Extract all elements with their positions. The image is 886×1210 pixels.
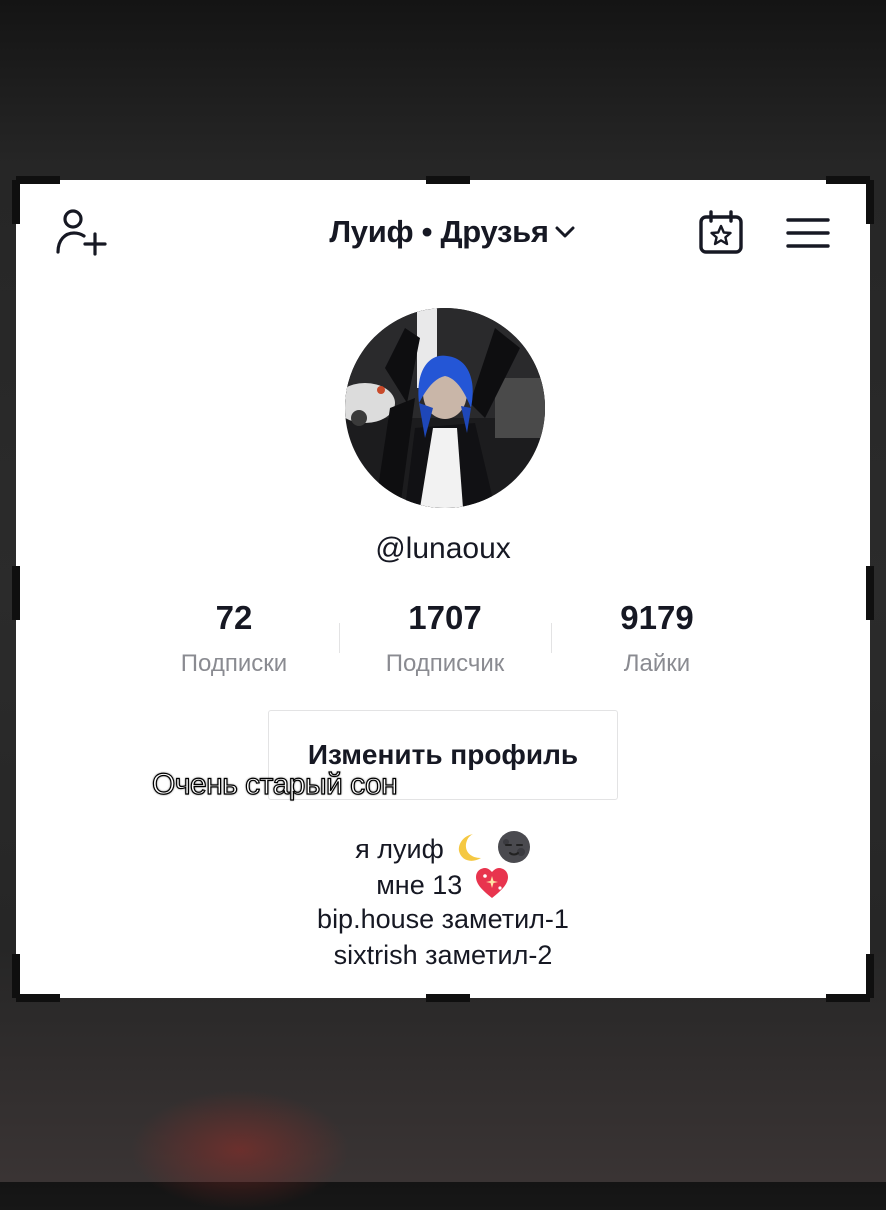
- frame-mark: [16, 994, 60, 1002]
- sparkling-heart-icon: [475, 868, 508, 898]
- hamburger-menu-icon: [786, 218, 830, 248]
- stat-value: 1707: [408, 599, 482, 636]
- bio-text: мне 13: [376, 870, 463, 900]
- divider: [339, 623, 340, 653]
- frame-mark: [866, 180, 874, 224]
- stat-value: 9179: [620, 599, 694, 636]
- frame-mark: [826, 176, 870, 184]
- stat-label: Подписчик: [385, 650, 505, 677]
- account-switcher[interactable]: Луиф • Друзья: [302, 210, 602, 254]
- menu-button[interactable]: [786, 216, 830, 250]
- overlay-caption: Очень старый сон: [151, 767, 398, 801]
- stat-label: Подписки: [180, 650, 288, 677]
- background-blur: [130, 1090, 350, 1210]
- page-title: Луиф • Друзья: [329, 214, 549, 249]
- frame-mark: [426, 994, 470, 1002]
- bio-text: я луиф: [355, 834, 444, 864]
- new-moon-face-icon: [497, 831, 530, 863]
- bio-line-4: sixtrish заметил-2: [333, 940, 553, 970]
- calendar-button[interactable]: [698, 210, 744, 256]
- stat-following[interactable]: 72 Подписки: [144, 598, 324, 678]
- frame-mark: [426, 176, 470, 184]
- bio-line-3: bip.house заметил-1: [317, 904, 569, 934]
- chevron-down-icon: [555, 226, 575, 238]
- divider: [551, 623, 552, 653]
- stat-likes[interactable]: 9179 Лайки: [567, 598, 747, 678]
- add-friend-button[interactable]: [54, 208, 110, 260]
- stat-value: 72: [215, 599, 253, 636]
- frame-mark: [16, 176, 60, 184]
- add-person-icon: [56, 209, 107, 256]
- frame-mark: [12, 180, 20, 224]
- stat-followers[interactable]: 1707 Подписчик: [355, 598, 535, 678]
- stat-label: Лайки: [623, 650, 691, 677]
- frame-mark: [12, 566, 20, 620]
- bio-line-2: мне 13: [16, 866, 870, 901]
- avatar[interactable]: [345, 308, 545, 508]
- frame-mark: [826, 994, 870, 1002]
- bio-line-1: я луиф: [16, 830, 870, 865]
- crescent-moon-icon: [459, 834, 482, 861]
- username: @lunaoux: [375, 532, 511, 565]
- calendar-star-icon: [699, 210, 743, 254]
- profile-card: Луиф • Друзья @lunaoux 72 Подписки 1707 …: [12, 176, 874, 1002]
- profile-photo: [345, 308, 545, 508]
- frame-mark: [866, 566, 874, 620]
